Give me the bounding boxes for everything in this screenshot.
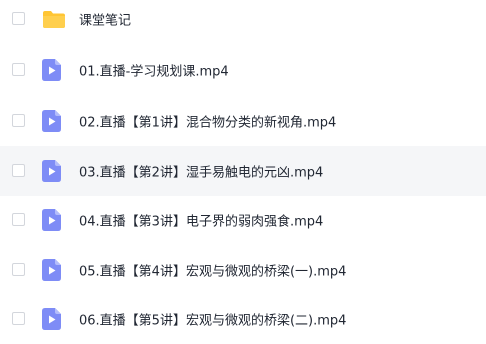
video-file-icon — [42, 110, 62, 132]
list-item-video[interactable]: 03.直播【第2讲】湿手易触电的元凶.mp4 — [0, 146, 486, 196]
video-file-icon — [42, 59, 62, 81]
file-name[interactable]: 课堂笔记 — [79, 10, 131, 29]
row-checkbox[interactable] — [12, 312, 25, 325]
row-checkbox[interactable] — [12, 114, 25, 127]
video-file-icon — [42, 209, 62, 231]
list-item-video[interactable]: 04.直播【第3讲】电子界的弱肉强食.mp4 — [0, 195, 486, 245]
video-file-icon — [42, 160, 62, 182]
row-checkbox[interactable] — [12, 63, 25, 76]
file-list: 课堂笔记 01.直播-学习规划课.mp4 02.直播【第1讲】混合物分类的新视角… — [0, 0, 486, 330]
file-name[interactable]: 04.直播【第3讲】电子界的弱肉强食.mp4 — [79, 211, 323, 230]
row-checkbox[interactable] — [12, 213, 25, 226]
list-item-video[interactable]: 01.直播-学习规划课.mp4 — [0, 45, 486, 95]
file-name[interactable]: 05.直播【第4讲】宏观与微观的桥梁(一).mp4 — [79, 261, 346, 280]
file-name[interactable]: 02.直播【第1讲】混合物分类的新视角.mp4 — [79, 112, 336, 131]
file-name[interactable]: 03.直播【第2讲】湿手易触电的元凶.mp4 — [79, 162, 323, 181]
folder-icon — [42, 8, 65, 30]
list-item-video[interactable]: 06.直播【第5讲】宏观与微观的桥梁(二).mp4 — [0, 294, 486, 344]
video-file-icon — [42, 308, 62, 330]
file-name[interactable]: 06.直播【第5讲】宏观与微观的桥梁(二).mp4 — [79, 310, 346, 329]
list-item-folder[interactable]: 课堂笔记 — [0, 0, 486, 44]
row-checkbox[interactable] — [12, 164, 25, 177]
file-name[interactable]: 01.直播-学习规划课.mp4 — [79, 61, 229, 80]
video-file-icon — [42, 259, 62, 281]
list-item-video[interactable]: 02.直播【第1讲】混合物分类的新视角.mp4 — [0, 96, 486, 146]
row-checkbox[interactable] — [12, 12, 25, 25]
row-checkbox[interactable] — [12, 263, 25, 276]
list-item-video[interactable]: 05.直播【第4讲】宏观与微观的桥梁(一).mp4 — [0, 245, 486, 295]
